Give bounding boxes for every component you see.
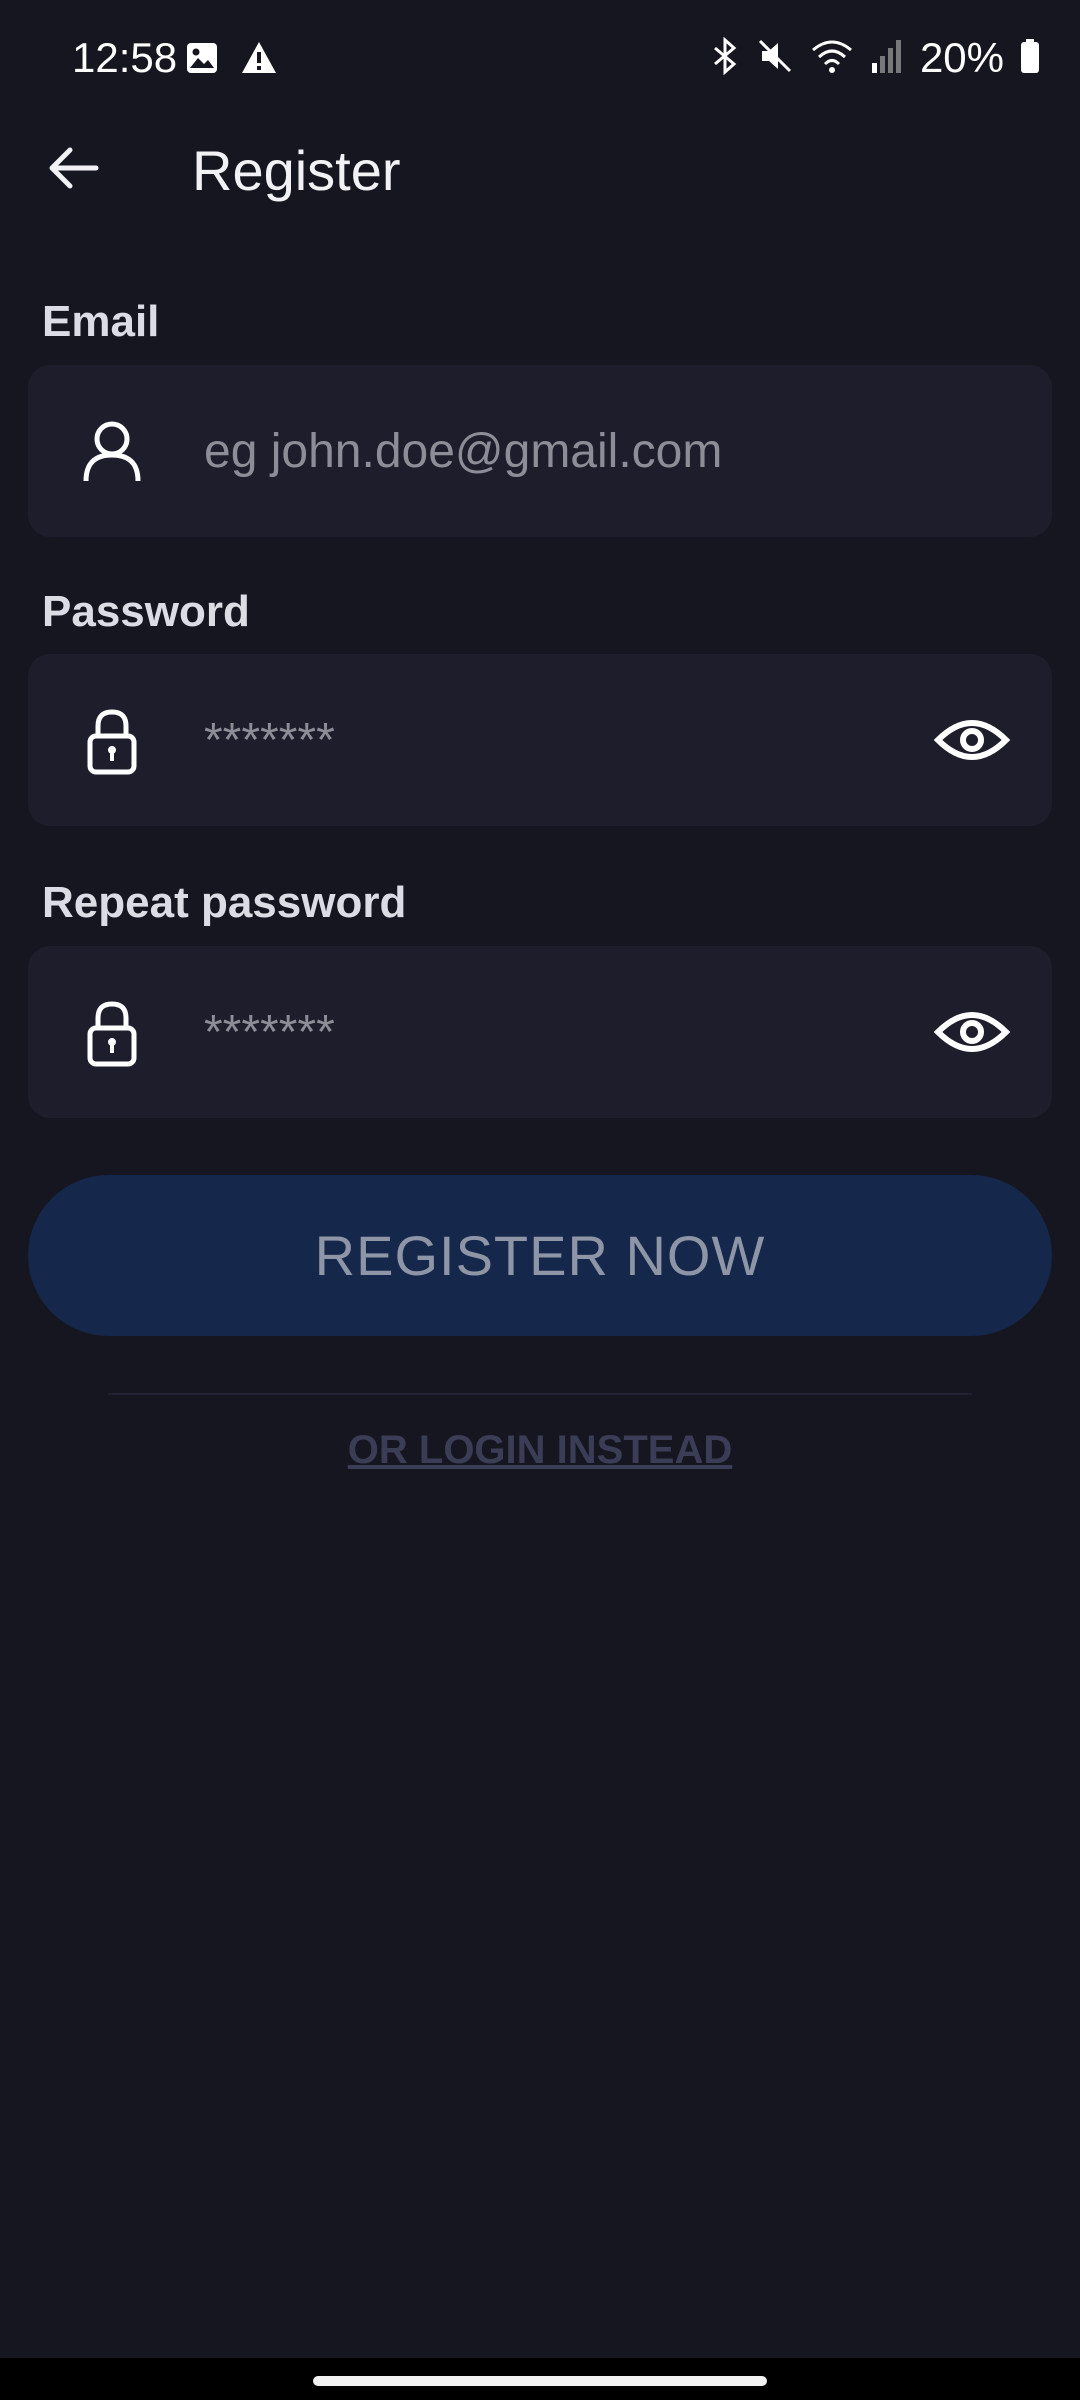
email-input[interactable] [204,365,924,537]
repeat-password-label: Repeat password [42,878,407,927]
login-instead-link[interactable]: OR LOGIN INSTEAD [0,1428,1080,1473]
toggle-repeat-password-visibility-button[interactable] [932,992,1012,1072]
toggle-password-visibility-button[interactable] [932,700,1012,780]
battery-icon [1020,37,1040,80]
wifi-icon [810,37,854,80]
back-button[interactable] [36,136,112,204]
password-label: Password [42,587,250,636]
top-app-bar: Register [0,120,1080,220]
divider [108,1393,972,1395]
lock-icon [76,996,148,1068]
repeat-password-input[interactable] [204,946,924,1118]
back-arrow-icon [48,146,100,195]
email-field[interactable] [28,365,1052,537]
battery-percent: 20% [919,34,1004,81]
password-field[interactable] [28,654,1052,826]
eye-icon [933,720,1011,760]
status-bar: 12:58 20% [0,0,1080,120]
page-title: Register [192,139,401,202]
warning-icon [240,40,278,81]
bluetooth-icon [710,36,740,80]
eye-icon [933,1012,1011,1052]
mute-icon [756,37,794,80]
repeat-password-field[interactable] [28,946,1052,1118]
signal-icon [870,37,904,80]
home-indicator[interactable] [313,2376,767,2386]
email-label: Email [42,297,160,346]
lock-icon [76,704,148,776]
image-icon [184,40,220,81]
register-now-button[interactable]: REGISTER NOW [28,1175,1052,1336]
user-icon [76,415,148,487]
password-input[interactable] [204,654,924,826]
status-time: 12:58 [72,34,178,81]
